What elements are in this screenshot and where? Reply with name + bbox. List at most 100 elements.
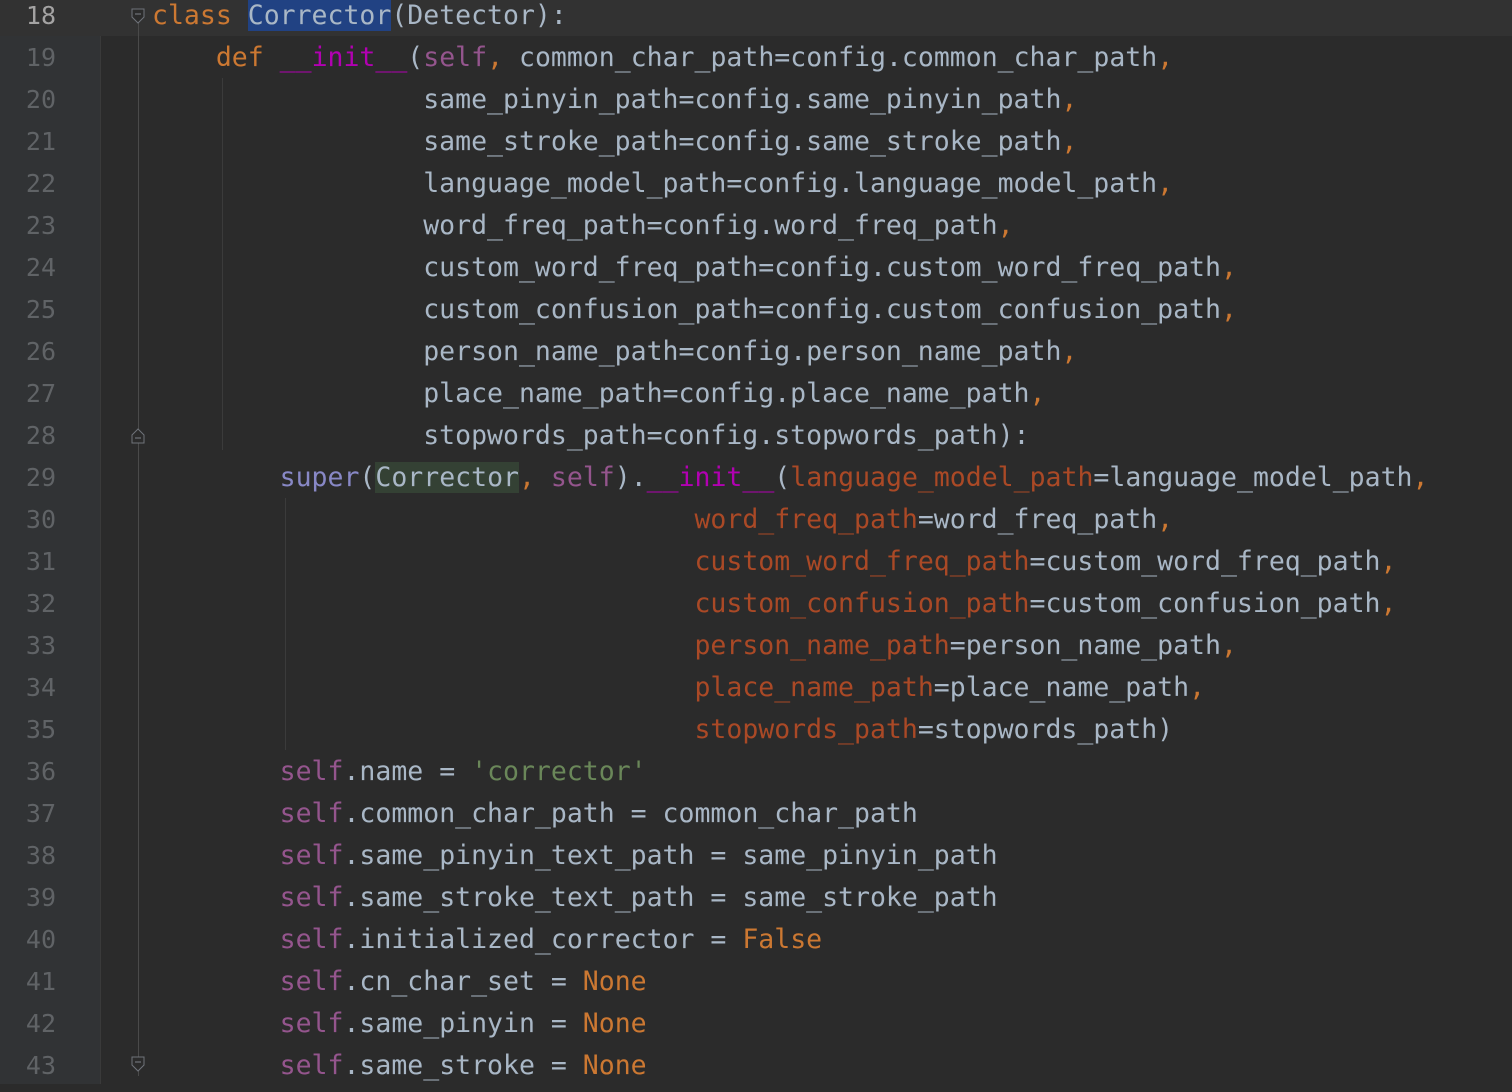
line-number: 40 (25, 925, 56, 954)
code-token: custom_word_freq_path (694, 546, 1030, 577)
code-token: .same_stroke = (343, 1050, 583, 1081)
code-token: None (582, 1050, 647, 1081)
code-line[interactable]: 40 self.initialized_corrector = False (0, 924, 1512, 966)
code-line[interactable]: 33 person_name_path=person_name_path, (0, 630, 1512, 672)
line-number: 28 (25, 421, 56, 450)
code-line[interactable]: 29 super(Corrector, self).__init__(langu… (0, 462, 1512, 504)
code-line[interactable]: 30 word_freq_path=word_freq_path, (0, 504, 1512, 546)
code-token: self (279, 1008, 344, 1039)
code-token: =stopwords_path) (917, 714, 1174, 745)
code-line[interactable]: 19 def __init__(self, common_char_path=c… (0, 42, 1512, 84)
code-text[interactable]: same_stroke_path=config.same_stroke_path… (152, 126, 1077, 158)
code-line[interactable]: 32 custom_confusion_path=custom_confusio… (0, 588, 1512, 630)
line-number: 19 (25, 43, 56, 72)
code-token: , (1061, 336, 1078, 367)
code-line[interactable]: 20 same_pinyin_path=config.same_pinyin_p… (0, 84, 1512, 126)
code-editor[interactable]: 18 class Corrector(Detector): 19 def __ini… (0, 0, 1512, 1084)
code-token: =custom_confusion_path (1029, 588, 1381, 619)
code-token: =word_freq_path (917, 504, 1158, 535)
code-token: None (582, 1008, 647, 1039)
code-text[interactable]: person_name_path=config.person_name_path… (152, 336, 1077, 368)
code-text[interactable]: stopwords_path=config.stopwords_path): (152, 420, 1030, 452)
code-line[interactable]: 23 word_freq_path=config.word_freq_path, (0, 210, 1512, 252)
code-token: person_name_path=config.person_name_path (152, 336, 1062, 367)
code-text[interactable]: super(Corrector, self).__init__(language… (152, 462, 1428, 494)
code-line[interactable]: 28 stopwords_path=config.stopwords_path)… (0, 420, 1512, 462)
code-text[interactable]: self.same_pinyin_text_path = same_pinyin… (152, 840, 998, 872)
code-token: ( (407, 42, 424, 73)
line-number: 33 (25, 631, 56, 660)
code-token: , (1189, 672, 1206, 703)
code-line[interactable]: 26 person_name_path=config.person_name_p… (0, 336, 1512, 378)
code-line[interactable]: 34 place_name_path=place_name_path, (0, 672, 1512, 714)
code-text[interactable]: custom_confusion_path=custom_confusion_p… (152, 588, 1396, 620)
code-text[interactable]: def __init__(self, common_char_path=conf… (152, 42, 1173, 74)
code-text[interactable]: self.same_stroke_text_path = same_stroke… (152, 882, 998, 914)
code-line[interactable]: 35 stopwords_path=stopwords_path) (0, 714, 1512, 756)
line-number: 18 (25, 1, 56, 30)
code-line[interactable]: 36 self.name = 'corrector' (0, 756, 1512, 798)
code-line[interactable]: 22 language_model_path=config.language_m… (0, 168, 1512, 210)
code-line[interactable]: 42 self.same_pinyin = None (0, 1008, 1512, 1050)
code-token: ). (614, 462, 647, 493)
code-text[interactable]: same_pinyin_path=config.same_pinyin_path… (152, 84, 1077, 116)
code-token: =custom_word_freq_path (1029, 546, 1381, 577)
code-text[interactable]: place_name_path=config.place_name_path, (152, 378, 1045, 410)
code-line[interactable]: 37 self.common_char_path = common_char_p… (0, 798, 1512, 840)
code-token: language_model_path (790, 462, 1094, 493)
code-line[interactable]: 38 self.same_pinyin_text_path = same_pin… (0, 840, 1512, 882)
code-text[interactable]: language_model_path=config.language_mode… (152, 168, 1173, 200)
line-number: 27 (25, 379, 56, 408)
code-text[interactable]: self.name = 'corrector' (152, 756, 647, 788)
line-number: 39 (25, 883, 56, 912)
code-line[interactable]: 31 custom_word_freq_path=custom_word_fre… (0, 546, 1512, 588)
code-token: , (1029, 378, 1046, 409)
code-line[interactable]: 18 class Corrector(Detector): (0, 0, 1512, 42)
code-text[interactable]: self.common_char_path = common_char_path (152, 798, 918, 830)
code-token: self (279, 924, 344, 955)
code-text[interactable]: custom_word_freq_path=config.custom_word… (152, 252, 1237, 284)
code-line[interactable]: 39 self.same_stroke_text_path = same_str… (0, 882, 1512, 924)
code-token: =place_name_path (933, 672, 1190, 703)
code-text[interactable]: self.same_pinyin = None (152, 1008, 647, 1040)
code-token: self (279, 1050, 344, 1081)
code-text[interactable]: word_freq_path=word_freq_path, (152, 504, 1173, 536)
code-line[interactable]: 43 self.same_stroke = None (0, 1050, 1512, 1092)
fold-collapse-icon[interactable] (130, 1056, 146, 1072)
code-token: , (1220, 630, 1237, 661)
code-text[interactable]: person_name_path=person_name_path, (152, 630, 1237, 662)
code-token: self (279, 840, 344, 871)
code-line[interactable]: 41 self.cn_char_set = None (0, 966, 1512, 1008)
code-text[interactable]: self.same_stroke = None (152, 1050, 647, 1082)
code-text[interactable]: stopwords_path=stopwords_path) (152, 714, 1173, 746)
code-token: __init__ (279, 42, 408, 73)
code-token: , (1157, 168, 1174, 199)
code-token: place_name_path=config.place_name_path (152, 378, 1030, 409)
code-line[interactable]: 27 place_name_path=config.place_name_pat… (0, 378, 1512, 420)
code-text[interactable]: self.initialized_corrector = False (152, 924, 822, 956)
code-text[interactable]: word_freq_path=config.word_freq_path, (152, 210, 1013, 242)
code-token: custom_confusion_path (694, 588, 1030, 619)
fold-collapse-icon[interactable] (130, 8, 146, 24)
code-text[interactable]: self.cn_char_set = None (152, 966, 647, 998)
code-token: language_model_path=config.language_mode… (152, 168, 1158, 199)
fold-end-icon[interactable] (130, 428, 146, 444)
code-line[interactable]: 24 custom_word_freq_path=config.custom_w… (0, 252, 1512, 294)
code-token: stopwords_path=config.stopwords_path): (152, 420, 1030, 451)
line-number: 42 (25, 1009, 56, 1038)
code-token: stopwords_path (694, 714, 918, 745)
code-line[interactable]: 25 custom_confusion_path=config.custom_c… (0, 294, 1512, 336)
code-text[interactable]: custom_word_freq_path=custom_word_freq_p… (152, 546, 1396, 578)
code-token: custom_confusion_path=config.custom_conf… (152, 294, 1221, 325)
code-text[interactable]: class Corrector(Detector): (152, 0, 567, 32)
code-text[interactable]: custom_confusion_path=config.custom_conf… (152, 294, 1237, 326)
code-line[interactable]: 21 same_stroke_path=config.same_stroke_p… (0, 126, 1512, 168)
code-token: False (742, 924, 823, 955)
code-text[interactable]: place_name_path=place_name_path, (152, 672, 1205, 704)
